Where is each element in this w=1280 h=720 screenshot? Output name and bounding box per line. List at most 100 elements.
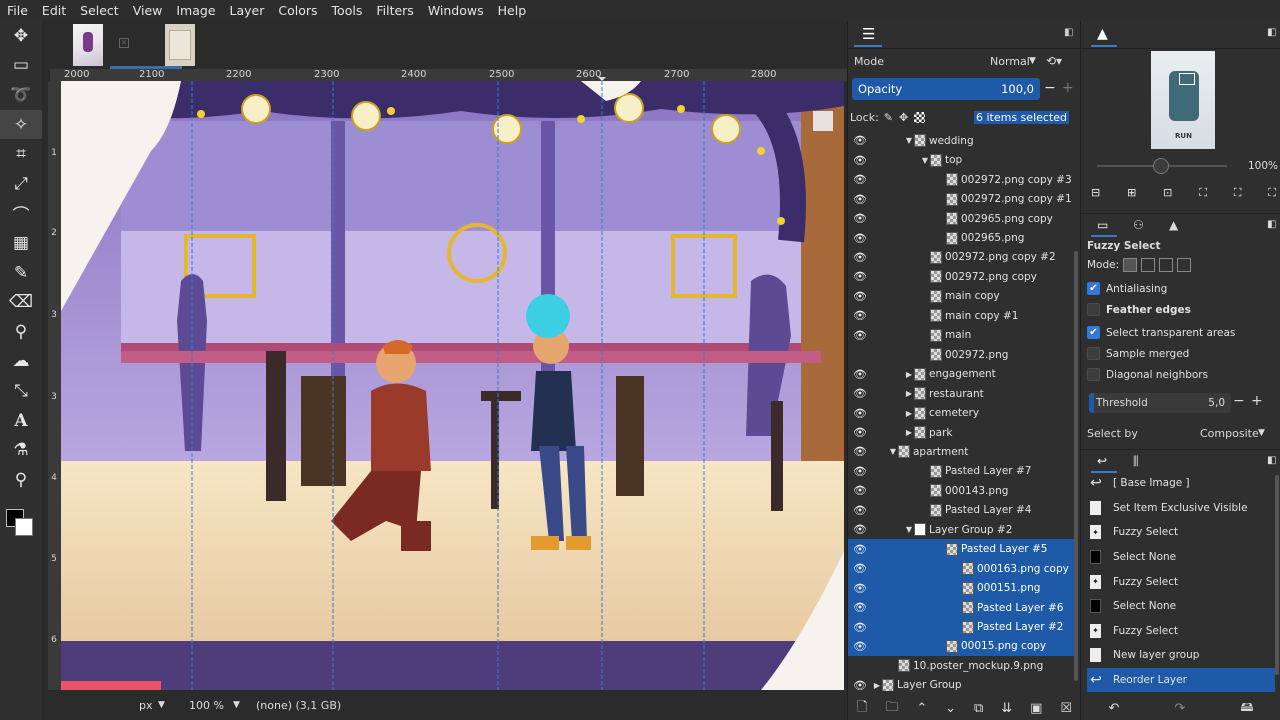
- visibility-eye-icon[interactable]: 👁: [853, 173, 867, 186]
- new-layer-icon[interactable]: 🗋: [857, 698, 867, 720]
- close-tab-icon[interactable]: ×: [119, 38, 129, 48]
- history-item[interactable]: ✦ Fuzzy Select: [1087, 520, 1275, 545]
- history-item[interactable]: ↩ [ Base Image ]: [1087, 471, 1275, 496]
- layer-row[interactable]: 👁 000151.png: [848, 578, 1076, 598]
- layer-row[interactable]: 👁 ▶ restaurant: [848, 384, 1076, 404]
- visibility-eye-icon[interactable]: 👁: [853, 134, 867, 147]
- visibility-eye-icon[interactable]: 👁: [853, 679, 867, 691]
- fit-image-icon[interactable]: ⛶: [1199, 186, 1207, 200]
- device-status-tab-icon[interactable]: ⚇: [1133, 218, 1144, 232]
- lasso-tool-icon[interactable]: ➰: [0, 80, 42, 110]
- feather-edges-option[interactable]: Feather edges: [1087, 303, 1191, 316]
- dock-menu-icon[interactable]: ◧: [1267, 27, 1276, 38]
- fit-window-icon[interactable]: ⛶: [1234, 186, 1242, 200]
- visibility-eye-icon[interactable]: 👁: [853, 582, 867, 595]
- zoom-in-icon[interactable]: ⊞: [1127, 186, 1136, 200]
- diagonal-neighbors-checkbox[interactable]: [1087, 368, 1100, 381]
- layer-row[interactable]: 👁 002965.png copy: [848, 209, 1076, 229]
- menu-file[interactable]: File: [0, 0, 35, 21]
- threshold-decrease-icon[interactable]: −: [1233, 393, 1245, 409]
- histogram-tab-icon[interactable]: ▲: [1169, 218, 1178, 232]
- layer-row[interactable]: 👁 002972.png copy #2: [848, 248, 1076, 268]
- layers-scrollbar[interactable]: [1074, 251, 1078, 681]
- new-layer-group-icon[interactable]: 🗀: [885, 698, 898, 720]
- layer-row[interactable]: 👁 000143.png: [848, 481, 1076, 501]
- visibility-eye-icon[interactable]: 👁: [853, 251, 867, 264]
- zoom-dropdown-icon[interactable]: ▼: [233, 700, 240, 710]
- threshold-increase-icon[interactable]: +: [1251, 393, 1263, 409]
- opacity-slider[interactable]: Opacity 100,0: [852, 78, 1040, 100]
- mode-select[interactable]: Normal: [990, 55, 1030, 68]
- navigator-tab-icon[interactable]: ▲: [1097, 26, 1108, 42]
- lower-layer-icon[interactable]: ⌄: [945, 701, 956, 716]
- warp-tool-icon[interactable]: ⌒: [0, 199, 42, 229]
- visibility-eye-icon[interactable]: 👁: [853, 329, 867, 342]
- visibility-eye-icon[interactable]: 👁: [853, 484, 867, 497]
- diagonal-neighbors-option[interactable]: Diagonal neighbors: [1087, 368, 1208, 381]
- undo-history-tab-icon[interactable]: ↩: [1097, 454, 1107, 468]
- layer-row[interactable]: 👁 Pasted Layer #6: [848, 597, 1076, 618]
- menu-windows[interactable]: Windows: [421, 0, 491, 21]
- visibility-eye-icon[interactable]: 👁: [853, 621, 867, 634]
- lock-position-icon[interactable]: ✥: [899, 111, 908, 124]
- merge-down-icon[interactable]: ⇊: [1001, 701, 1012, 716]
- dock-menu-icon[interactable]: ◧: [1267, 455, 1276, 466]
- collapse-arrow-icon[interactable]: ▼: [920, 156, 930, 165]
- dock-menu-icon[interactable]: ◧: [1267, 219, 1276, 230]
- visibility-eye-icon[interactable]: 👁: [853, 232, 867, 245]
- layer-row[interactable]: 👁 ▶ Layer Group: [848, 676, 1076, 691]
- duplicate-layer-icon[interactable]: ⧉: [974, 701, 983, 716]
- rect-select-tool-icon[interactable]: ▭: [0, 51, 42, 81]
- visibility-eye-icon[interactable]: 👁: [853, 387, 867, 400]
- layers-tab-icon[interactable]: ☰: [862, 25, 875, 43]
- visibility-eye-icon[interactable]: 👁: [853, 154, 867, 167]
- select-by-row[interactable]: Select by Composite ▼: [1087, 423, 1267, 443]
- lock-alpha-icon[interactable]: [914, 111, 926, 123]
- raise-layer-icon[interactable]: ⌃: [916, 701, 927, 716]
- layer-row[interactable]: 👁 ▶ engagement: [848, 364, 1076, 384]
- visibility-eye-icon[interactable]: 👁: [853, 407, 867, 420]
- tool-options-tab-icon[interactable]: ▭: [1097, 218, 1108, 232]
- layer-row[interactable]: 👁 ▼ Layer Group #2: [848, 520, 1076, 540]
- visibility-eye-icon[interactable]: 👁: [853, 309, 867, 322]
- layer-row[interactable]: 👁 ▼ apartment: [848, 442, 1076, 462]
- history-item[interactable]: ✦ Fuzzy Select: [1087, 569, 1275, 594]
- expand-arrow-icon[interactable]: ▶: [904, 428, 914, 437]
- menu-help[interactable]: Help: [491, 0, 534, 21]
- color-picker-tool-icon[interactable]: ⚗: [0, 435, 42, 465]
- layer-row[interactable]: 👁 000163.png copy: [848, 558, 1076, 579]
- expand-arrow-icon[interactable]: ▶: [904, 409, 914, 418]
- unit-selector[interactable]: px: [139, 699, 153, 712]
- navigator-preview[interactable]: RUN: [1151, 51, 1215, 149]
- layer-list[interactable]: 👁 ▼ wedding 👁 ▼ top 👁 002972.png copy #3 👁 002972…: [848, 131, 1076, 691]
- history-item[interactable]: New layer group: [1087, 643, 1275, 668]
- layer-row[interactable]: 👁 main copy: [848, 287, 1076, 307]
- layer-row[interactable]: 👁 Pasted Layer #2: [848, 617, 1076, 637]
- layer-row[interactable]: 👁 ▼ wedding: [848, 131, 1076, 151]
- layer-row[interactable]: 002972.png: [848, 345, 1076, 365]
- mode-intersect-icon[interactable]: [1177, 258, 1192, 272]
- visibility-eye-icon[interactable]: 👁: [853, 290, 867, 303]
- collapse-arrow-icon[interactable]: ▼: [904, 136, 914, 145]
- visibility-eye-icon[interactable]: 👁: [853, 523, 867, 536]
- menu-select[interactable]: Select: [73, 0, 126, 21]
- mode-dropdown-icon[interactable]: ▼: [1029, 56, 1036, 66]
- image-tab-thumbnail-1[interactable]: [73, 24, 103, 66]
- select-by-value[interactable]: Composite: [1200, 427, 1259, 440]
- undo-icon[interactable]: ↶: [1109, 701, 1120, 716]
- visibility-eye-icon[interactable]: 👁: [853, 543, 867, 556]
- mode-add-icon[interactable]: [1141, 258, 1156, 272]
- zoom-tool-icon[interactable]: ⚲: [0, 465, 42, 495]
- eraser-tool-icon[interactable]: ⌫: [0, 287, 42, 317]
- layer-row[interactable]: 👁 main copy #1: [848, 306, 1076, 326]
- antialiasing-checkbox[interactable]: ✔: [1087, 282, 1100, 295]
- navigator-zoom-slider[interactable]: [1097, 158, 1227, 174]
- layer-mask-icon[interactable]: ▣: [1030, 701, 1042, 716]
- sample-merged-checkbox[interactable]: [1087, 347, 1100, 360]
- background-color[interactable]: [15, 517, 33, 536]
- zoom-slider-handle[interactable]: [1153, 158, 1169, 174]
- collapse-arrow-icon[interactable]: ▼: [904, 525, 914, 534]
- visibility-eye-icon[interactable]: 👁: [853, 445, 867, 458]
- channels-tab-icon[interactable]: ⫼: [1133, 454, 1139, 469]
- move-tool-icon[interactable]: ✥: [0, 21, 42, 51]
